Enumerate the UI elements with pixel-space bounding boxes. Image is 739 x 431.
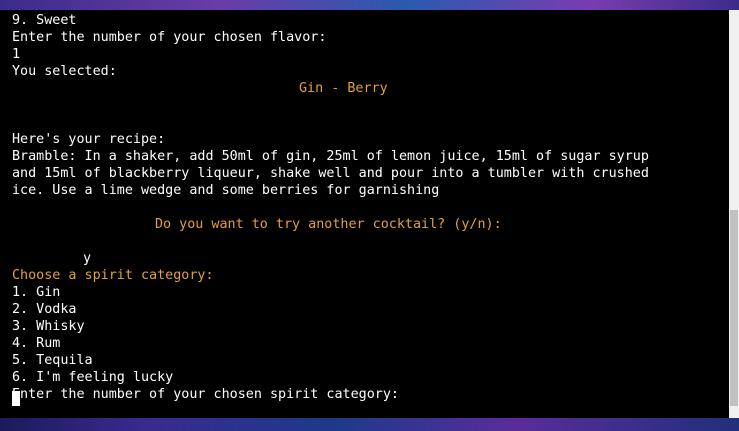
background-top-strip [0,0,739,10]
spirit-option-whisky: 3. Whisky [12,319,85,334]
terminal-cursor[interactable] [12,391,20,406]
spirit-category-prompt: Enter the number of your chosen spirit c… [12,387,399,402]
spirit-option-vodka: 2. Vodka [12,302,77,317]
try-again-answer: y [83,251,92,266]
background-bottom-strip [0,418,739,431]
terminal-line-user-input: 1 [12,47,21,62]
recipe-text-line: and 15ml of blackberry liqueur, shake we… [12,166,649,181]
spirit-category-heading: Choose a spirit category: [12,268,214,283]
spirit-option-gin: 1. Gin [12,285,61,300]
terminal-line-flavor-prompt: Enter the number of your chosen flavor: [12,30,327,45]
scrollbar-thumb[interactable] [730,210,738,406]
spirit-option-lucky: 6. I'm feeling lucky [12,370,174,385]
terminal-line-selected-label: You selected: [12,64,117,79]
terminal-window[interactable]: 9. Sweet Enter the number of your chosen… [0,10,729,418]
terminal-line-flavor-option: 9. Sweet [12,13,77,28]
recipe-text-line: ice. Use a lime wedge and some berries f… [12,183,440,198]
try-again-prompt: Do you want to try another cocktail? (y/… [155,217,502,232]
spirit-option-rum: 4. Rum [12,336,61,351]
recipe-text-line: Bramble: In a shaker, add 50ml of gin, 2… [12,149,649,164]
spirit-option-tequila: 5. Tequila [12,353,93,368]
terminal-scrollbar[interactable] [729,10,739,418]
selected-cocktail: Gin - Berry [299,81,388,96]
recipe-heading: Here's your recipe: [12,132,166,147]
